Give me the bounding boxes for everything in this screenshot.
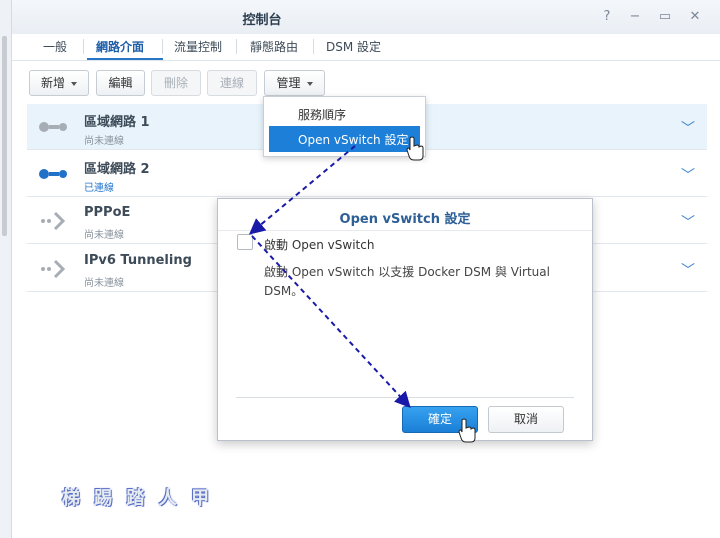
chevron-down-icon[interactable]: ﹀ bbox=[681, 260, 695, 280]
tab-bar: 一般 網路介面 流量控制 靜態路由 DSM 設定 bbox=[26, 34, 426, 61]
dialog-footer-divider bbox=[236, 397, 574, 398]
chevron-down-icon[interactable]: ﹀ bbox=[681, 165, 695, 185]
watermark-logo: 梯 踢 踏 人 甲 bbox=[62, 488, 214, 509]
window-title: 控制台 bbox=[242, 13, 282, 28]
chevron-down-icon[interactable]: ﹀ bbox=[681, 212, 695, 232]
dialog-description: 啟動 Open vSwitch 以支援 Docker DSM 與 Virtual… bbox=[264, 265, 550, 298]
connect-button[interactable]: 連線 bbox=[207, 70, 257, 96]
tunnel-icon bbox=[41, 259, 66, 279]
close-icon[interactable]: ✕ bbox=[686, 9, 704, 24]
tab-general[interactable]: 一般 bbox=[43, 38, 67, 55]
interface-status: 尚未連線 bbox=[84, 230, 124, 241]
add-button[interactable]: 新增 bbox=[29, 70, 89, 96]
dialog-title: Open vSwitch 設定 bbox=[339, 212, 471, 227]
interface-status: 尚未連線 bbox=[84, 136, 124, 147]
chevron-down-icon bbox=[306, 81, 313, 86]
minimize-icon[interactable]: − bbox=[626, 9, 644, 24]
connect-button-label: 連線 bbox=[219, 76, 244, 90]
tab-dsm-settings[interactable]: DSM 設定 bbox=[326, 38, 381, 55]
lan-connected-icon bbox=[39, 169, 67, 179]
title-bar: 控制台 ? − ▭ ✕ bbox=[12, 0, 720, 34]
tabs-divider bbox=[12, 60, 720, 61]
tab-separator bbox=[313, 39, 314, 54]
menu-item-service-order[interactable]: 服務順序 bbox=[298, 106, 346, 123]
tab-static-route[interactable]: 靜態路由 bbox=[250, 38, 298, 55]
interface-name: 區域網路 2 bbox=[84, 162, 150, 177]
enable-open-vswitch-checkbox[interactable] bbox=[237, 234, 253, 250]
maximize-icon[interactable]: ▭ bbox=[656, 9, 674, 24]
interface-status: 尚未連線 bbox=[84, 278, 124, 289]
tab-separator bbox=[236, 39, 237, 54]
dialog-header-divider bbox=[218, 230, 592, 231]
manage-button[interactable]: 管理 bbox=[264, 70, 325, 96]
menu-item-label: Open vSwitch 設定 bbox=[298, 133, 409, 147]
left-scrollbar[interactable] bbox=[2, 36, 7, 236]
tab-network-interface[interactable]: 網路介面 bbox=[96, 38, 144, 55]
help-icon[interactable]: ? bbox=[598, 9, 616, 24]
interface-name: IPv6 Tunneling bbox=[84, 253, 192, 268]
delete-button-label: 刪除 bbox=[163, 76, 188, 90]
interface-name: 區域網路 1 bbox=[84, 115, 150, 130]
cancel-button[interactable]: 取消 bbox=[488, 406, 564, 433]
manage-menu: 服務順序 Open vSwitch 設定 bbox=[263, 96, 426, 157]
pppoe-icon bbox=[41, 211, 66, 231]
lan-disconnected-icon bbox=[39, 122, 67, 132]
manage-button-label: 管理 bbox=[276, 76, 301, 90]
control-panel-window: 控制台 ? − ▭ ✕ 一般 網路介面 流量控制 靜態路由 DSM 設定 新增 … bbox=[0, 0, 720, 538]
left-panel-edge bbox=[0, 0, 12, 538]
tab-traffic-control[interactable]: 流量控制 bbox=[174, 38, 222, 55]
interface-name: PPPoE bbox=[84, 205, 131, 220]
chevron-down-icon bbox=[71, 81, 77, 86]
interface-status: 已連線 bbox=[84, 183, 114, 194]
delete-button[interactable]: 刪除 bbox=[151, 70, 201, 96]
edit-button[interactable]: 編輯 bbox=[96, 70, 145, 96]
interface-row-lan2[interactable]: 區域網路 2 已連線 ﹀ bbox=[27, 151, 707, 197]
open-vswitch-dialog: Open vSwitch 設定 啟動 Open vSwitch 啟動 Open … bbox=[217, 198, 593, 441]
tab-separator bbox=[162, 39, 163, 54]
enable-open-vswitch-label: 啟動 Open vSwitch bbox=[264, 238, 375, 252]
edit-button-label: 編輯 bbox=[108, 76, 133, 90]
add-button-label: 新增 bbox=[40, 76, 65, 90]
ok-button[interactable]: 確定 bbox=[402, 406, 478, 433]
tab-separator bbox=[83, 39, 84, 54]
chevron-down-icon[interactable]: ﹀ bbox=[681, 118, 695, 138]
menu-item-open-vswitch-settings[interactable]: Open vSwitch 設定 bbox=[269, 126, 420, 152]
